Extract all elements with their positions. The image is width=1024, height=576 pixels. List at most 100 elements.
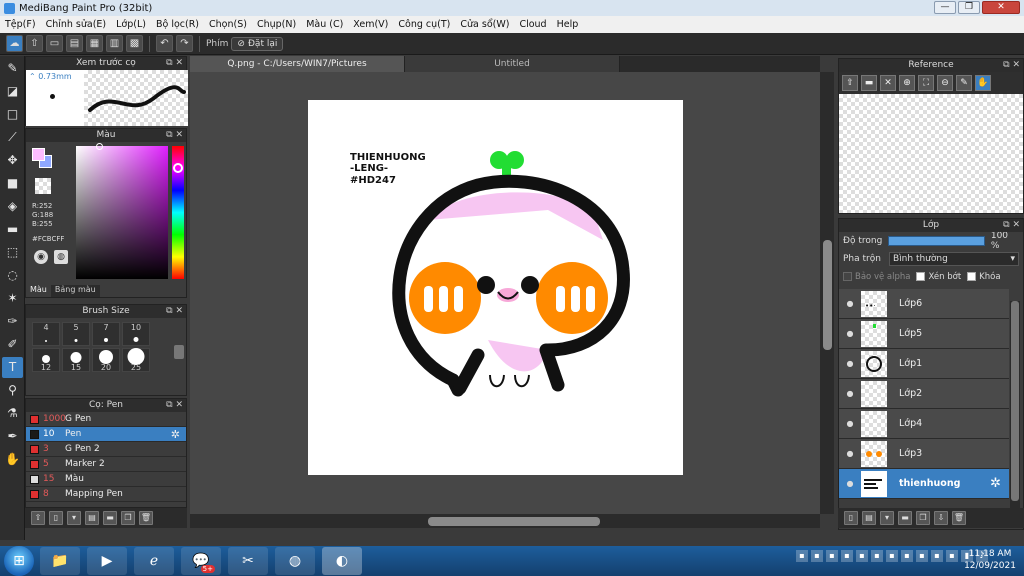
merge-down-icon[interactable]: ⇩ (934, 511, 948, 525)
layer-item[interactable]: ● thienhuong ✲ (839, 469, 1009, 499)
tray-icon[interactable]: ▪ (916, 550, 928, 562)
brush-size-option[interactable]: 25 (122, 348, 150, 372)
menu-filter[interactable]: Bộ lọc(R) (151, 19, 204, 30)
pen-item[interactable]: 5 Marker 2 (26, 457, 186, 472)
stroke-tool-icon[interactable]: ⟋ (2, 127, 23, 148)
new-layer-icon[interactable]: ▯ (844, 511, 858, 525)
tray-icon[interactable]: ▪ (826, 550, 838, 562)
horizontal-scrollbar[interactable] (190, 514, 820, 528)
properties-icon[interactable]: ▤ (85, 511, 99, 525)
menu-layer[interactable]: Lớp(L) (111, 19, 151, 30)
panel-close-icon[interactable]: ⧉ ✕ (1003, 219, 1020, 232)
lasso-tool-icon[interactable]: ◌ (2, 265, 23, 286)
brush-size-option[interactable]: 10 (122, 322, 150, 346)
hue-slider[interactable] (172, 146, 184, 279)
media-player-icon[interactable]: ▶ (87, 547, 127, 575)
select-eraser-icon[interactable]: ✐ (2, 334, 23, 355)
visibility-icon[interactable]: ● (839, 329, 861, 338)
trash-icon[interactable]: 🗑 (952, 511, 966, 525)
trash-icon[interactable]: 🗑 (139, 511, 153, 525)
tray-icon[interactable]: ▪ (811, 550, 823, 562)
file-explorer-icon[interactable]: 📁 (40, 547, 80, 575)
brush-size-option[interactable]: 12 (32, 348, 60, 372)
foreground-swatch[interactable] (32, 148, 45, 161)
hand-icon[interactable]: ✋ (975, 75, 991, 91)
gradient-tool-icon[interactable]: ▬ (2, 219, 23, 240)
tab-q-png[interactable]: Q.png - C:/Users/WIN7/Pictures (190, 56, 405, 72)
fit-icon[interactable]: ⛶ (918, 75, 934, 91)
duplicate-icon[interactable]: ❐ (121, 511, 135, 525)
layer-item[interactable]: ● Lớp4 (839, 409, 1009, 439)
maximize-button[interactable]: ❐ (958, 1, 980, 14)
upload-icon[interactable]: ⇧ (26, 35, 43, 52)
clipping-checkbox[interactable]: Xén bớt (916, 272, 961, 282)
tray-icon[interactable]: ▪ (931, 550, 943, 562)
brush-size-option[interactable]: 15 (62, 348, 90, 372)
tray-icon[interactable]: ▪ (871, 550, 883, 562)
medibang-icon[interactable]: ◐ (322, 547, 362, 575)
menu-file[interactable]: Tệp(F) (0, 19, 41, 30)
close-button[interactable]: ✕ (982, 1, 1020, 14)
eraser-tool-icon[interactable]: ◪ (2, 81, 23, 102)
brush-size-scrollbar[interactable] (174, 345, 184, 359)
reset-button[interactable]: ⊘ Đặt lại (231, 36, 284, 51)
pen-item[interactable]: 10 Pen ✲ (26, 427, 186, 442)
reference-view[interactable] (839, 94, 1023, 213)
select-rect-icon[interactable]: ⬚ (2, 242, 23, 263)
tiles-icon[interactable]: ▩ (126, 35, 143, 52)
folder-icon[interactable]: ▬ (103, 511, 117, 525)
menu-tools[interactable]: Công cụ(T) (393, 19, 455, 30)
zalo-icon[interactable]: 💬 5+ (181, 547, 221, 575)
opacity-slider[interactable] (888, 236, 985, 246)
palette-add-icon[interactable]: ◍ (54, 250, 68, 264)
tray-icon[interactable]: ▪ (796, 550, 808, 562)
magic-wand-icon[interactable]: ✶ (2, 288, 23, 309)
close-icon[interactable]: ✕ (880, 75, 896, 91)
tab-untitled[interactable]: Untitled (405, 56, 620, 72)
palette-icon[interactable]: ◉ (34, 250, 48, 264)
drawing-paper[interactable]: THIENHUONG -LENG- #HD247 (308, 100, 683, 475)
tray-icon[interactable]: ▪ (886, 550, 898, 562)
brush-tool-icon[interactable]: ✎ (2, 58, 23, 79)
vertical-scrollbar[interactable] (820, 72, 834, 514)
menu-edit[interactable]: Chỉnh sửa(E) (41, 19, 112, 30)
layer-item[interactable]: ● Lớp3 (839, 439, 1009, 469)
chrome-icon[interactable]: ◍ (275, 547, 315, 575)
new-halftone-layer-icon[interactable]: ▤ (862, 511, 876, 525)
vertical-scroll-thumb[interactable] (823, 240, 832, 350)
visibility-icon[interactable]: ● (839, 419, 861, 428)
paint-icon[interactable]: ✂ (228, 547, 268, 575)
move-tool-icon[interactable]: ✥ (2, 150, 23, 171)
panel-close-icon[interactable]: ⧉ ✕ (1003, 59, 1020, 72)
lock-checkbox[interactable]: Khóa (967, 272, 1001, 282)
tab-color[interactable]: Màu (26, 285, 51, 297)
tray-icon[interactable]: ▪ (946, 550, 958, 562)
cloud-icon[interactable]: ☁ (6, 35, 23, 52)
visibility-icon[interactable]: ● (839, 299, 861, 308)
operation-tool-icon[interactable]: ⚲ (2, 380, 23, 401)
panel-close-icon[interactable]: ⧉ ✕ (166, 305, 183, 318)
tray-icon[interactable]: ▪ (856, 550, 868, 562)
brush-size-option[interactable]: 4 (32, 322, 60, 346)
bucket-tool-icon[interactable]: ◈ (2, 196, 23, 217)
redo-icon[interactable]: ↷ (176, 35, 193, 52)
layer-menu-icon[interactable]: ▾ (880, 511, 894, 525)
tray-icon[interactable]: ▪ (841, 550, 853, 562)
gear-icon[interactable]: ✲ (990, 476, 1001, 491)
brush-size-option[interactable]: 20 (92, 348, 120, 372)
tab-palette[interactable]: Bảng màu (50, 285, 100, 297)
undo-icon[interactable]: ↶ (156, 35, 173, 52)
brush-size-option[interactable]: 7 (92, 322, 120, 346)
pen-item[interactable]: 3G Pen 2 (26, 442, 186, 457)
duplicate-icon[interactable]: ❐ (916, 511, 930, 525)
layer-item[interactable]: ● Lớp1 (839, 349, 1009, 379)
visibility-icon[interactable]: ● (839, 449, 861, 458)
menu-view[interactable]: Xem(V) (348, 19, 393, 30)
grid-icon[interactable]: ▥ (106, 35, 123, 52)
comment-icon[interactable]: ▭ (46, 35, 63, 52)
rect-shape-icon[interactable]: □ (2, 104, 23, 125)
blend-mode-select[interactable]: Bình thường ▾ (889, 252, 1019, 266)
panel-close-icon[interactable]: ⧉ ✕ (166, 57, 183, 70)
layer-scrollbar[interactable] (1010, 301, 1020, 521)
fill-rect-icon[interactable]: ■ (2, 173, 23, 194)
